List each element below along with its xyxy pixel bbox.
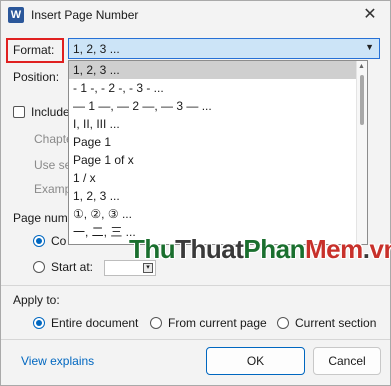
- apply-current-section-radio[interactable]: [277, 317, 289, 329]
- examples-label: Examp: [34, 182, 72, 196]
- format-option[interactable]: — 1 —, — 2 —, — 3 — ...: [69, 97, 358, 115]
- title-bar: W Insert Page Number ✕: [1, 1, 390, 29]
- position-label: Position:: [13, 70, 60, 84]
- apply-entire-document-radio[interactable]: [33, 317, 45, 329]
- format-dropdown-list[interactable]: 1, 2, 3 ... - 1 -, - 2 -, - 3 - ... — 1 …: [68, 60, 368, 245]
- format-combobox[interactable]: 1, 2, 3 ... ▼: [68, 38, 380, 59]
- apply-current-section-label: Current section: [295, 316, 377, 330]
- format-option[interactable]: 1, 2, 3 ...: [69, 187, 358, 205]
- scroll-up-icon[interactable]: ▲: [358, 63, 365, 70]
- format-option[interactable]: Page 1: [69, 133, 358, 151]
- format-label: Format:: [13, 43, 55, 57]
- format-selected-value: 1, 2, 3 ...: [73, 42, 120, 56]
- footer-divider: [1, 339, 390, 340]
- apply-from-current-page-label: From current page: [168, 316, 267, 330]
- include-chapter-label: Include: [31, 105, 70, 119]
- format-option[interactable]: 1, 2, 3 ...: [69, 61, 358, 79]
- cancel-button[interactable]: Cancel: [313, 347, 381, 375]
- watermark-logo: ThuThuatPhanMem.vn: [129, 234, 391, 264]
- format-option[interactable]: - 1 -, - 2 -, - 3 - ...: [69, 79, 358, 97]
- continue-label: Co: [51, 234, 67, 248]
- format-option[interactable]: Page 1 of x: [69, 151, 358, 169]
- word-app-icon: W: [8, 7, 24, 23]
- scrollbar-thumb[interactable]: [360, 75, 364, 125]
- use-separator-label: Use se: [34, 158, 72, 172]
- ok-button[interactable]: OK: [206, 347, 305, 375]
- view-explains-link[interactable]: View explains: [21, 354, 94, 368]
- chapter-starts-label: Chapte: [34, 132, 73, 146]
- continue-radio[interactable]: [33, 235, 45, 247]
- format-option[interactable]: 1 / x: [69, 169, 358, 187]
- chevron-down-icon[interactable]: ▼: [365, 42, 374, 52]
- dropdown-scrollbar[interactable]: ▲: [356, 61, 367, 244]
- apply-to-label: Apply to:: [13, 293, 60, 307]
- dialog-title: Insert Page Number: [31, 8, 139, 22]
- format-option[interactable]: I, II, III ...: [69, 115, 358, 133]
- insert-page-number-dialog: W Insert Page Number ✕ Format: 1, 2, 3 .…: [0, 0, 391, 386]
- apply-entire-document-label: Entire document: [51, 316, 139, 330]
- close-icon[interactable]: ✕: [360, 5, 380, 25]
- page-numbering-label: Page num: [13, 211, 68, 225]
- format-option[interactable]: ①, ②, ③ ...: [69, 205, 358, 223]
- start-at-label: Start at:: [51, 260, 94, 274]
- apply-from-current-page-radio[interactable]: [150, 317, 162, 329]
- start-at-radio[interactable]: [33, 261, 45, 273]
- include-chapter-checkbox[interactable]: [13, 106, 25, 118]
- divider: [1, 285, 390, 286]
